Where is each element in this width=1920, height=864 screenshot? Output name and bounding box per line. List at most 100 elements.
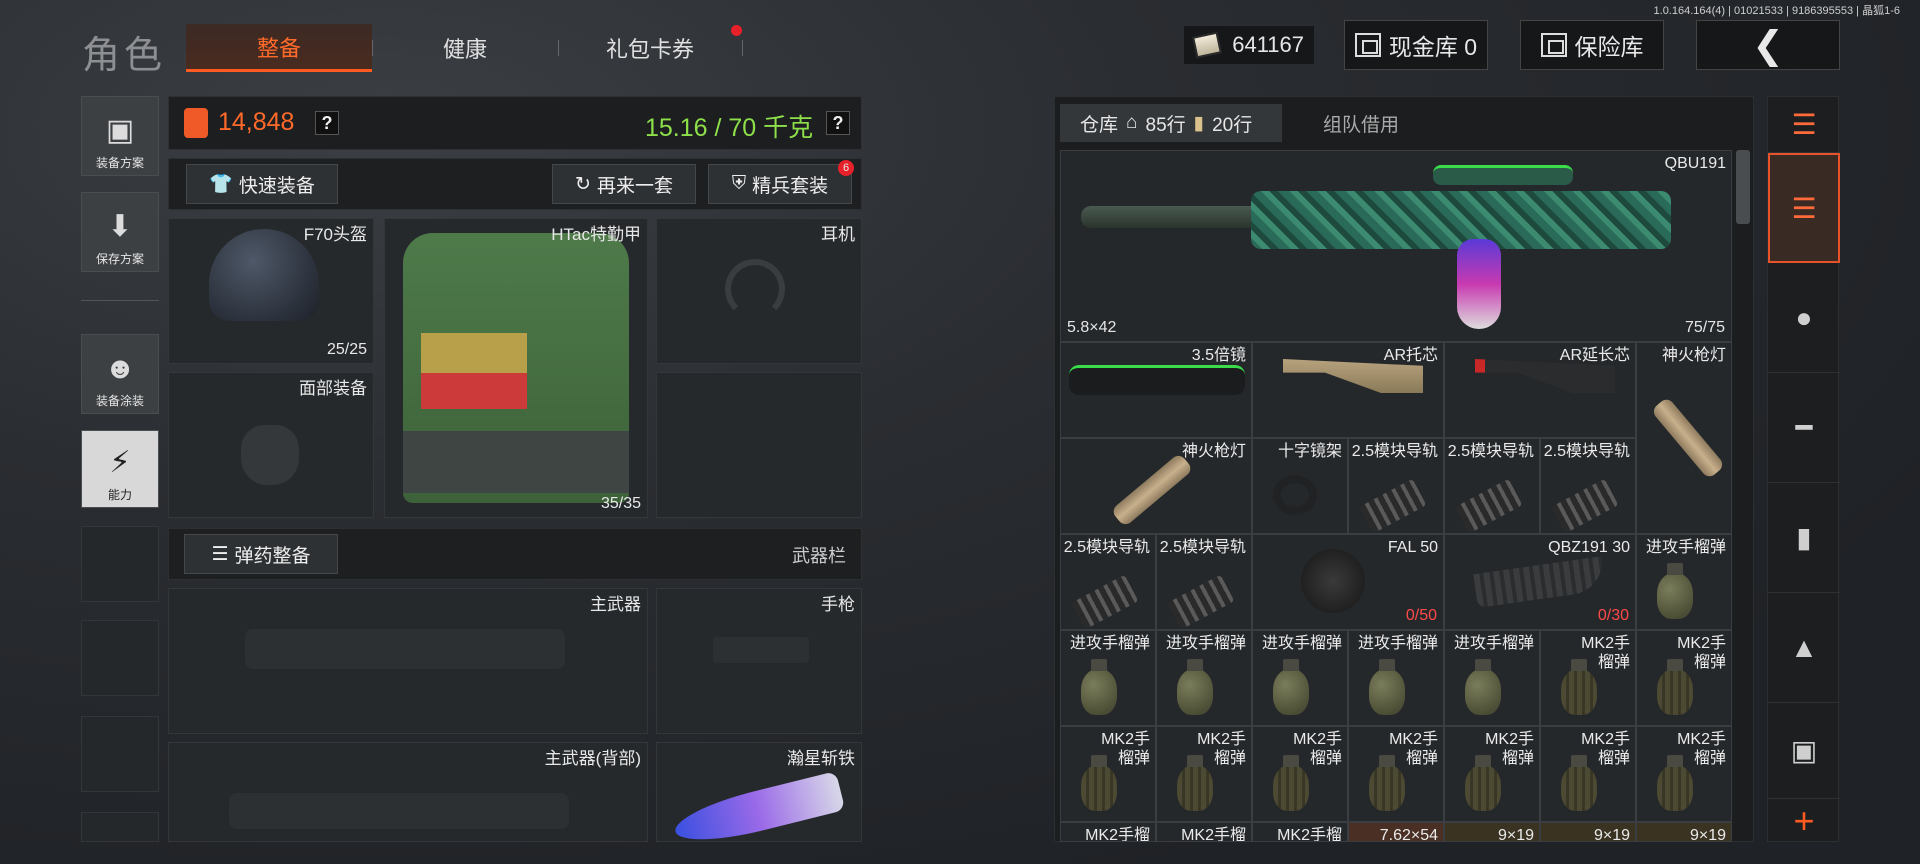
mk2-grenade-item[interactable]: MK2手榴弹 bbox=[1636, 726, 1732, 822]
ar-ext-stock-item[interactable]: AR延长芯 bbox=[1444, 342, 1636, 438]
item-label: 十字镜架 bbox=[1277, 443, 1342, 460]
item-label: 7.62×54 bbox=[1379, 827, 1438, 842]
chevron-left-icon: ❮ bbox=[1752, 24, 1784, 67]
helmet-slot[interactable]: F70头盔 25/25 bbox=[168, 218, 374, 364]
page-title: 角色 bbox=[82, 35, 167, 77]
tab-health[interactable]: 健康 bbox=[372, 24, 558, 72]
armor-slot[interactable]: HTac特勤甲 35/35 bbox=[384, 218, 648, 518]
filter-sidebar: ☰ ☰ ● ━ ▮ ▲ ▣ + bbox=[1767, 96, 1840, 843]
rail-item[interactable]: 2.5模块导轨 bbox=[1348, 438, 1444, 534]
pistol-slot[interactable]: 手枪 bbox=[656, 588, 862, 734]
magazine-icon[interactable]: ▮ bbox=[1768, 483, 1840, 593]
mk2-grenade-item[interactable]: MK2手榴 bbox=[1252, 822, 1348, 842]
empty-slot bbox=[81, 620, 159, 696]
primary-weapon-slot[interactable]: 主武器 bbox=[168, 588, 648, 734]
warehouse-scrollbar[interactable] bbox=[1736, 150, 1750, 224]
offensive-grenade-item[interactable]: 进攻手榴弹 bbox=[1252, 630, 1348, 726]
loadout-plan-button[interactable]: ▣ 装备方案 bbox=[81, 96, 159, 176]
vault-icon bbox=[1354, 33, 1381, 57]
armor-image bbox=[403, 233, 629, 503]
sight-icon[interactable]: ▣ bbox=[1768, 703, 1840, 799]
item-label: AR托芯 bbox=[1383, 347, 1438, 364]
mk2-grenade-item[interactable]: MK2手榴弹 bbox=[1444, 726, 1540, 822]
armor-stripe bbox=[421, 373, 527, 409]
item-label: 2.5模块导轨 bbox=[1447, 443, 1534, 460]
scope-3.5x-item[interactable]: 3.5倍镜 bbox=[1060, 342, 1252, 438]
back-button[interactable]: ❮ bbox=[1696, 20, 1840, 70]
flashlight-item[interactable]: 神火枪灯 bbox=[1636, 342, 1732, 534]
rifle-icon[interactable]: ━ bbox=[1768, 373, 1840, 483]
tab-divider bbox=[742, 40, 743, 56]
tab-loadout[interactable]: 整备 bbox=[186, 24, 372, 72]
scope-image bbox=[1069, 365, 1245, 395]
item-label: MK2手榴 bbox=[1181, 827, 1246, 842]
quick-equip-button[interactable]: 👕 快速装备 bbox=[186, 164, 338, 204]
face-slot[interactable]: 面部装备 bbox=[168, 372, 374, 518]
ammo-item[interactable]: 9×19 bbox=[1636, 822, 1732, 842]
rifle-silhouette-icon bbox=[229, 793, 569, 829]
offensive-grenade-item[interactable]: 进攻手榴弹 bbox=[1636, 534, 1732, 630]
equipment-skin-label: 装备涂装 bbox=[95, 394, 144, 408]
grenade-image bbox=[1561, 755, 1597, 811]
flashlight-item[interactable]: 神火枪灯 bbox=[1060, 438, 1252, 534]
tab-gift-cards[interactable]: 礼包卡券 bbox=[558, 24, 742, 72]
offensive-grenade-item[interactable]: 进攻手榴弹 bbox=[1348, 630, 1444, 726]
headset-slot[interactable]: 耳机 bbox=[656, 218, 862, 364]
money-display: 641167 bbox=[1184, 26, 1314, 64]
mk2-grenade-item[interactable]: MK2手榴弹 bbox=[1156, 726, 1252, 822]
fal50-drum-item[interactable]: FAL 50 0/50 bbox=[1252, 534, 1444, 630]
offensive-grenade-item[interactable]: 进攻手榴弹 bbox=[1444, 630, 1540, 726]
insurance-label: 保险库 bbox=[1574, 34, 1644, 60]
rail-item[interactable]: 2.5模块导轨 bbox=[1156, 534, 1252, 630]
cash-vault-button[interactable]: 现金库 0 bbox=[1344, 20, 1488, 70]
insurance-vault-button[interactable]: 保险库 bbox=[1520, 20, 1664, 70]
team-borrow-tab[interactable]: 组队借用 bbox=[1290, 104, 1432, 142]
equipment-skin-button[interactable]: ☻ 装备涂装 bbox=[81, 334, 159, 414]
qbu191-item[interactable]: QBU191 5.8×42 75/75 bbox=[1060, 150, 1732, 342]
save-plan-button[interactable]: ⬇ 保存方案 bbox=[81, 192, 159, 272]
mk2-grenade-item[interactable]: MK2手榴弹 bbox=[1636, 630, 1732, 726]
ammo-equip-button[interactable]: ☰ 弹药整备 bbox=[184, 534, 338, 574]
plus-icon[interactable]: + bbox=[1768, 799, 1840, 843]
offensive-grenade-item[interactable]: 进攻手榴弹 bbox=[1060, 630, 1156, 726]
mk2-grenade-item[interactable]: MK2手榴弹 bbox=[1540, 726, 1636, 822]
drum-magazine-image bbox=[1457, 239, 1501, 329]
gun-ammo: 75/75 bbox=[1684, 319, 1725, 336]
ammo-item[interactable]: 9×19 bbox=[1540, 822, 1636, 842]
mk2-grenade-item[interactable]: MK2手榴 bbox=[1060, 822, 1156, 842]
weight-help-button[interactable]: ? bbox=[826, 111, 850, 135]
helmet-icon[interactable]: ● bbox=[1768, 263, 1840, 373]
bullet-icon[interactable]: ▲ bbox=[1768, 593, 1840, 703]
soldier-icon: ☻ bbox=[104, 352, 136, 385]
item-label: MK2手榴弹 bbox=[1389, 731, 1438, 767]
layers-icon[interactable]: ☰ bbox=[1768, 153, 1840, 263]
rail-item[interactable]: 2.5模块导轨 bbox=[1060, 534, 1156, 630]
ammo-item[interactable]: 7.62×54 bbox=[1348, 822, 1444, 842]
mk2-grenade-item[interactable]: MK2手榴弹 bbox=[1540, 630, 1636, 726]
mk2-grenade-item[interactable]: MK2手榴 bbox=[1156, 822, 1252, 842]
elite-set-button[interactable]: ⛨ 精兵套装 bbox=[708, 164, 852, 204]
offensive-grenade-item[interactable]: 进攻手榴弹 bbox=[1156, 630, 1252, 726]
cross-mount-item[interactable]: 十字镜架 bbox=[1252, 438, 1348, 534]
value-help-button[interactable]: ? bbox=[315, 111, 339, 135]
item-count: 0/50 bbox=[1405, 607, 1437, 624]
ar-stock-item[interactable]: AR托芯 bbox=[1252, 342, 1444, 438]
grenade-image bbox=[1273, 659, 1309, 715]
melee-slot[interactable]: 瀚星斩铁 bbox=[656, 742, 862, 842]
mk2-grenade-item[interactable]: MK2手榴弹 bbox=[1348, 726, 1444, 822]
grenade-image bbox=[1369, 659, 1405, 715]
qbz191-mag-item[interactable]: QBZ191 30 0/30 bbox=[1444, 534, 1636, 630]
warehouse-tab[interactable]: 仓库 ⌂ 85行 ▮ 20行 bbox=[1060, 104, 1282, 142]
mk2-grenade-item[interactable]: MK2手榴弹 bbox=[1252, 726, 1348, 822]
ability-button[interactable]: ⚡ 能力 bbox=[81, 430, 159, 508]
rail-item[interactable]: 2.5模块导轨 bbox=[1540, 438, 1636, 534]
again-button[interactable]: ↻ 再来一套 bbox=[552, 164, 696, 204]
notification-dot bbox=[731, 25, 742, 36]
mk2-grenade-item[interactable]: MK2手榴弹 bbox=[1060, 726, 1156, 822]
empty-equip-slot bbox=[656, 372, 862, 518]
rail-item[interactable]: 2.5模块导轨 bbox=[1444, 438, 1540, 534]
back-weapon-slot[interactable]: 主武器(背部) bbox=[168, 742, 648, 842]
layers-refresh-icon[interactable]: ☰ bbox=[1768, 97, 1840, 153]
ammo-item[interactable]: 9×19 bbox=[1444, 822, 1540, 842]
warehouse-tab-label: 仓库 bbox=[1080, 114, 1119, 136]
